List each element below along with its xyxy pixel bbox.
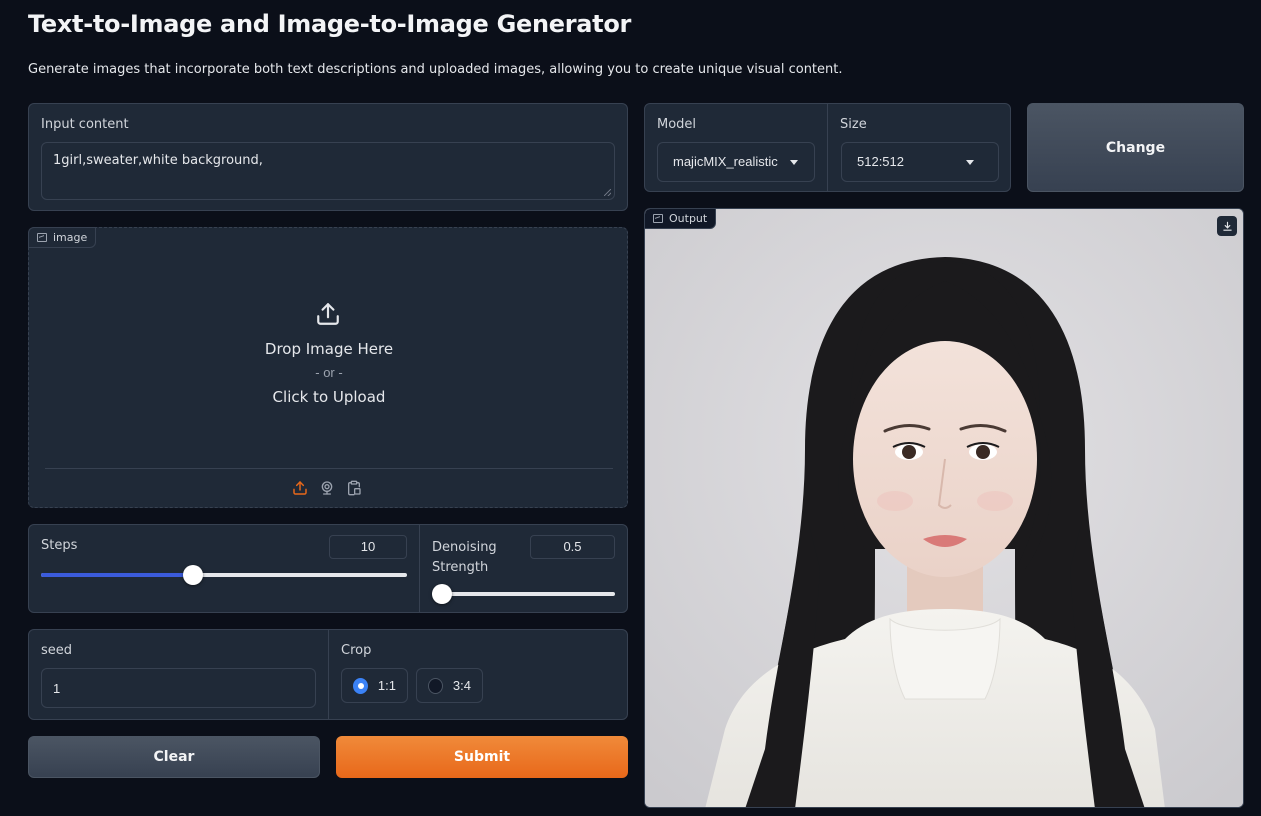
steps-slider-fill: [41, 573, 193, 577]
page-title: Text-to-Image and Image-to-Image Generat…: [28, 10, 632, 38]
click-to-upload-text: Click to Upload: [272, 388, 386, 406]
model-dropdown[interactable]: majicMIX_realistic: [657, 142, 815, 182]
chevron-down-icon: [966, 160, 974, 165]
prompt-textarea[interactable]: 1girl,sweater,white background,: [41, 142, 615, 200]
submit-button[interactable]: Submit: [336, 736, 628, 778]
upload-source-icon[interactable]: [291, 479, 309, 497]
steps-label: Steps: [41, 538, 78, 553]
denoising-number-input[interactable]: 0.5: [530, 535, 615, 559]
download-button[interactable]: [1217, 216, 1237, 236]
size-label: Size: [840, 117, 867, 132]
steps-slider-thumb[interactable]: [183, 565, 203, 585]
input-content-panel: Input content 1girl,sweater,white backgr…: [28, 103, 628, 211]
upload-icon: [317, 303, 339, 325]
size-dropdown[interactable]: 512:512: [841, 142, 999, 182]
model-size-panel: Model majicMIX_realistic Size 512:512: [644, 103, 1011, 192]
size-selected-value: 512:512: [857, 154, 904, 169]
source-divider: [45, 468, 613, 469]
image-icon: [653, 214, 663, 223]
denoising-slider-thumb[interactable]: [432, 584, 452, 604]
denoising-slider-track[interactable]: [432, 584, 615, 604]
image-tag-label: image: [53, 231, 88, 244]
steps-number-input[interactable]: 10: [329, 535, 407, 559]
output-tag: Output: [645, 209, 717, 229]
denoising-label-line2: Strength: [432, 560, 489, 575]
clipboard-icon[interactable]: [345, 479, 363, 497]
model-label: Model: [657, 117, 697, 132]
input-content-label: Input content: [41, 117, 129, 132]
radio-unchecked-icon: [428, 677, 443, 694]
resize-grip-icon[interactable]: [604, 189, 611, 196]
crop-option-3-4[interactable]: 3:4: [416, 668, 483, 703]
download-icon: [1222, 221, 1232, 231]
change-button[interactable]: Change: [1027, 103, 1244, 192]
generated-portrait-image: [645, 209, 1243, 807]
seed-label: seed: [41, 643, 73, 658]
crop-option-label: 1:1: [377, 678, 396, 693]
seed-divider: [328, 630, 329, 719]
crop-option-1-1[interactable]: 1:1: [341, 668, 408, 703]
steps-slider-track[interactable]: [41, 565, 407, 585]
drop-image-text: Drop Image Here: [264, 340, 394, 358]
clear-button[interactable]: Clear: [28, 736, 320, 778]
crop-option-label: 3:4: [452, 678, 471, 693]
model-selected-value: majicMIX_realistic: [673, 154, 778, 169]
output-tag-label: Output: [669, 212, 708, 225]
image-tag: image: [28, 227, 97, 248]
denoising-label: Denoising Strength: [432, 538, 497, 578]
model-size-divider: [827, 104, 828, 191]
radio-checked-icon: [353, 677, 368, 694]
slider-divider: [419, 525, 420, 612]
or-text: - or -: [315, 365, 343, 380]
page-subtitle: Generate images that incorporate both te…: [28, 62, 843, 77]
output-image-panel: Output: [644, 208, 1244, 808]
sampling-panel: Steps 10 Denoising Strength 0.5: [28, 524, 628, 613]
seed-input[interactable]: 1: [41, 668, 316, 708]
image-icon: [37, 233, 47, 242]
crop-label: Crop: [341, 643, 372, 658]
prompt-text: 1girl,sweater,white background,: [53, 153, 263, 168]
denoising-label-line1: Denoising: [432, 540, 497, 555]
webcam-icon[interactable]: [318, 479, 336, 497]
chevron-down-icon: [790, 160, 798, 165]
image-upload-dropzone[interactable]: image Drop Image Here - or - Click to Up…: [28, 227, 628, 508]
seed-crop-panel: seed 1 Crop 1:1 3:4: [28, 629, 628, 720]
